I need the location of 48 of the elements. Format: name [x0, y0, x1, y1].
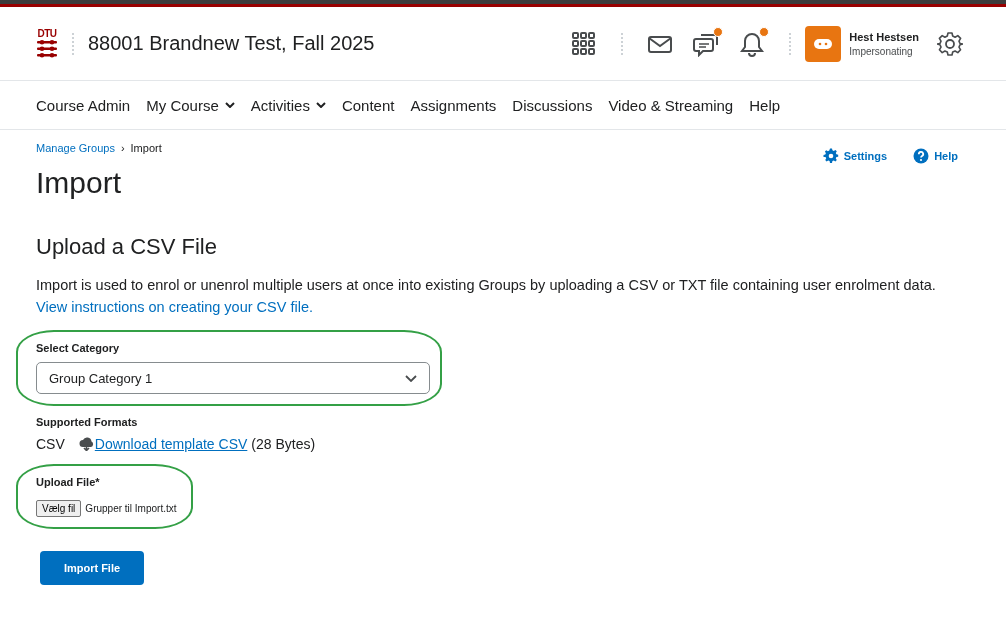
- help-link[interactable]: Help: [913, 148, 958, 164]
- section-title: Upload a CSV File: [36, 234, 218, 260]
- settings-button[interactable]: [937, 30, 963, 57]
- instructions-link[interactable]: View instructions on creating your CSV file.: [36, 299, 313, 315]
- settings-link[interactable]: Settings: [822, 148, 888, 164]
- notification-dot: [759, 26, 770, 37]
- download-link[interactable]: Download template CSV: [94, 436, 248, 452]
- page-title: Import: [36, 166, 123, 200]
- category-dropdown[interactable]: Group Category 1: [36, 362, 430, 394]
- choose-file-button[interactable]: Vælg fil: [36, 500, 82, 517]
- nav-link[interactable]: Content: [333, 96, 403, 114]
- breadcrumb-current: Import: [130, 142, 162, 156]
- file-name: Grupper til Import.txt: [85, 503, 177, 514]
- cloud-download-icon: [78, 437, 94, 451]
- format-name: CSV: [36, 436, 65, 452]
- settings-icon: [822, 148, 839, 164]
- breadcrumb-separator: ›: [120, 142, 125, 156]
- user-role: Impersonating: [849, 45, 914, 57]
- chat-button[interactable]: [693, 30, 720, 57]
- nav-link[interactable]: Activities: [242, 96, 334, 114]
- field-label: Supported Formats: [36, 416, 139, 428]
- nav-link[interactable]: Video & Streaming: [600, 96, 742, 114]
- nav-link[interactable]: Course Admin: [28, 96, 139, 114]
- user-name[interactable]: Hest Hestsen: [849, 30, 919, 43]
- nav-link[interactable]: Assignments: [402, 96, 505, 114]
- logo-mark-icon: [36, 39, 58, 59]
- import-file-button[interactable]: Import File: [40, 551, 144, 585]
- chevron-down-icon: [405, 374, 417, 382]
- course-title[interactable]: 88001 Brandnew Test, Fall 2025: [88, 32, 375, 55]
- avatar-icon: [805, 25, 842, 62]
- nav-link[interactable]: Help: [741, 96, 789, 114]
- field-label: Upload File*: [36, 476, 101, 488]
- logo[interactable]: DTU: [36, 28, 58, 59]
- file-size: (28 Bytes): [251, 436, 316, 452]
- bell-button[interactable]: [739, 30, 766, 57]
- nav-link[interactable]: Discussions: [504, 96, 601, 114]
- breadcrumb-link[interactable]: Manage Groups: [36, 142, 115, 164]
- chevron-down-icon: [224, 102, 235, 108]
- chevron-down-icon: [315, 102, 326, 108]
- nav-link[interactable]: My Course: [138, 96, 243, 114]
- apps-grid-icon: [571, 30, 598, 57]
- notification-dot: [713, 26, 724, 37]
- bell-icon: [739, 30, 766, 57]
- description-text: Import is used to enrol or unenrol multiple users at once into existing Groups by uploading a CSV or TXT file containing user enrolment data. View instructions on creating your CSV file.: [36, 276, 937, 317]
- help-icon: [913, 148, 930, 164]
- settings-icon: [937, 30, 963, 57]
- apps-grid-button[interactable]: [571, 30, 598, 57]
- field-label: Select Category: [36, 342, 121, 354]
